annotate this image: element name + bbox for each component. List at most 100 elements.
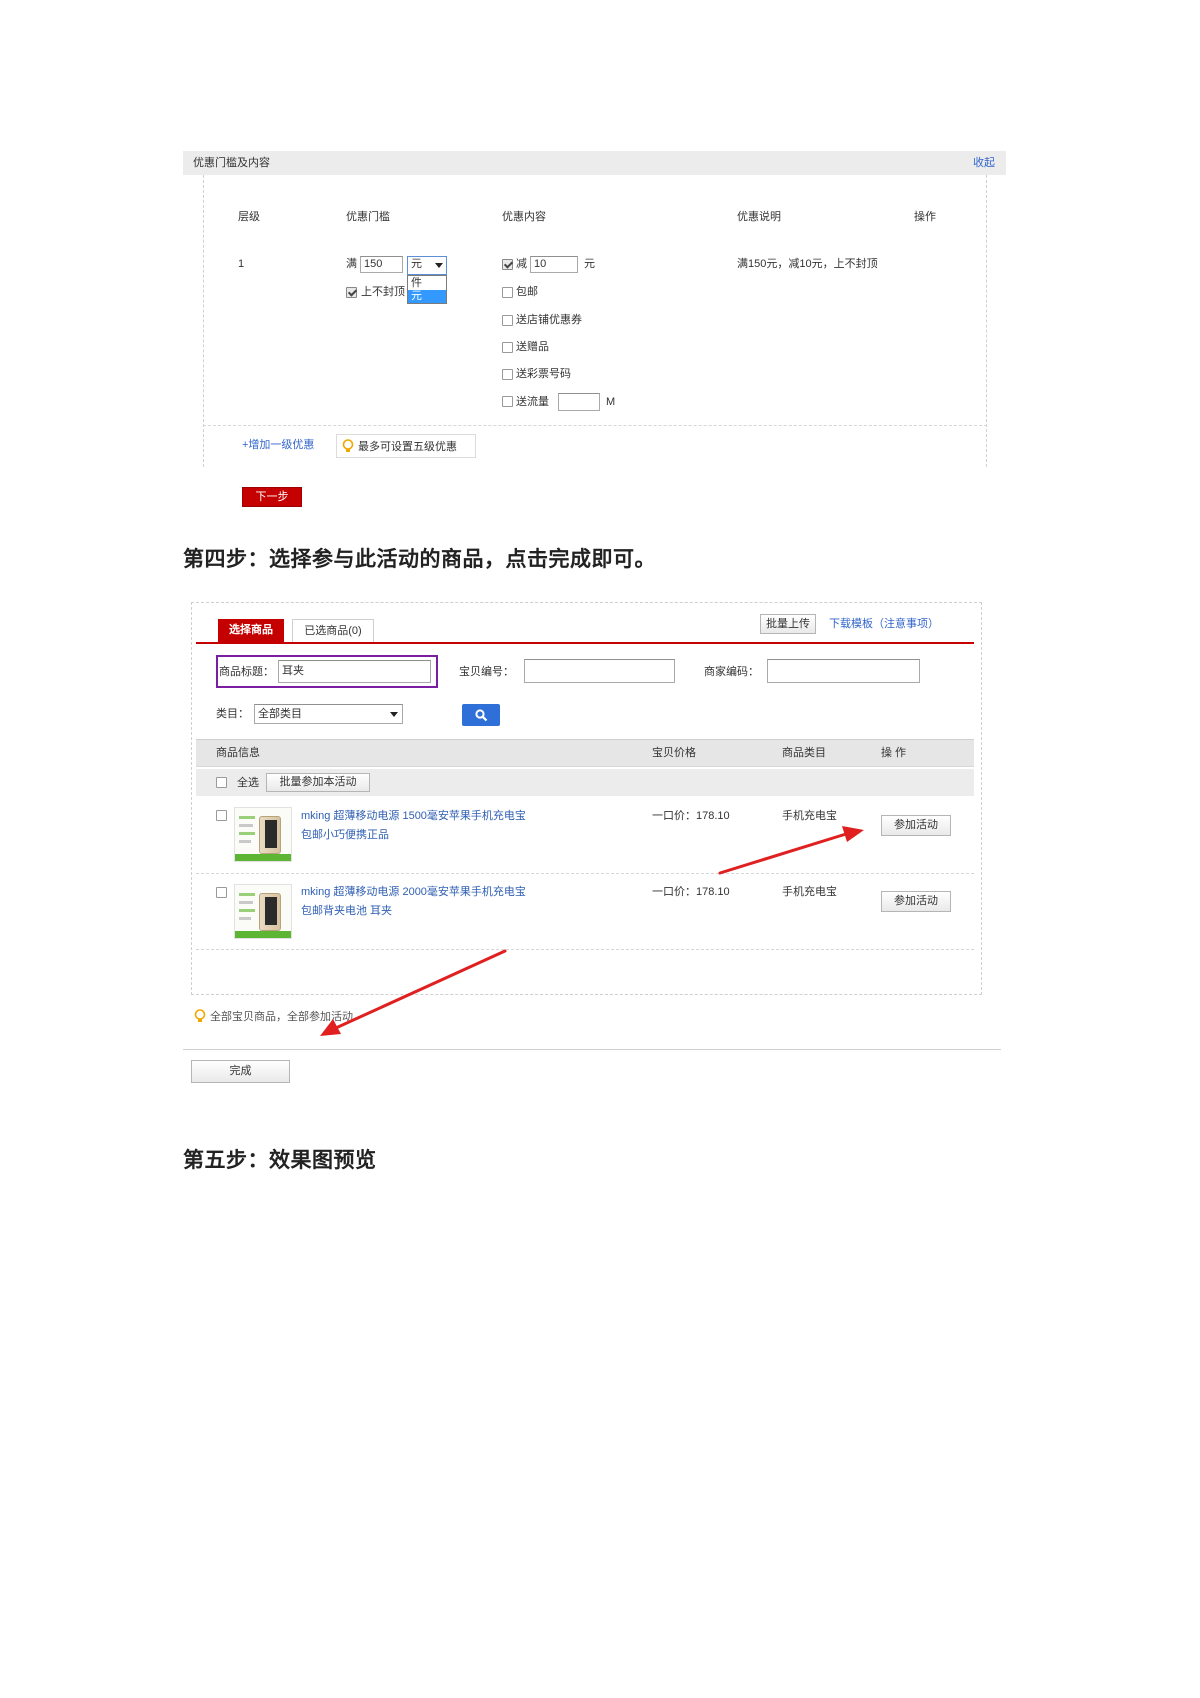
column-action: 操作	[914, 211, 936, 223]
product-price: 一口价：178.10	[652, 886, 730, 898]
thumbnail-stripe	[235, 854, 291, 861]
product-price: 一口价：178.10	[652, 810, 730, 822]
thumbnail-decoration	[239, 832, 255, 835]
product-category: 手机充电宝	[782, 886, 837, 898]
discount-panel-title: 优惠门槛及内容	[193, 157, 270, 169]
row-divider	[196, 873, 974, 874]
chevron-down-icon	[390, 712, 398, 717]
lottery-label: 送彩票号码	[516, 368, 571, 380]
join-activity-button[interactable]: 参加活动	[881, 815, 951, 836]
column-threshold: 优惠门槛	[346, 211, 390, 223]
discount-checkbox[interactable]	[502, 259, 513, 270]
next-step-button[interactable]: 下一步	[242, 487, 302, 507]
chevron-down-icon	[435, 263, 443, 268]
item-id-label: 宝贝编号：	[459, 666, 514, 678]
batch-upload-button[interactable]: 批量上传	[760, 614, 816, 634]
search-button[interactable]	[462, 704, 500, 726]
tier-limit-tip-text: 最多可设置五级优惠	[358, 441, 457, 453]
traffic-unit: M	[606, 396, 616, 408]
next-step-label: 下一步	[255, 491, 289, 503]
discount-prefix: 减	[516, 258, 527, 270]
power-bank-screen	[265, 897, 277, 925]
lottery-checkbox[interactable]	[502, 369, 513, 380]
tab-underline	[196, 642, 974, 644]
unit-option-piece[interactable]: 件	[408, 276, 446, 290]
column-product-info: 商品信息	[216, 747, 260, 759]
traffic-input[interactable]	[558, 393, 600, 411]
discount-unit: 元	[584, 258, 595, 270]
tab-select-products-label: 选择商品	[229, 624, 273, 636]
category-select-value: 全部类目	[258, 708, 302, 720]
column-description: 优惠说明	[737, 211, 781, 223]
thumbnail-decoration	[239, 901, 253, 904]
tier-level: 1	[238, 258, 245, 270]
free-shipping-label: 包邮	[516, 286, 538, 298]
add-tier-link[interactable]: +增加一级优惠	[242, 438, 314, 452]
divider	[203, 425, 987, 426]
item-id-input[interactable]	[524, 659, 675, 683]
column-level: 层级	[238, 211, 260, 223]
no-cap-checkbox[interactable]	[346, 287, 357, 298]
discount-panel-body	[203, 175, 987, 467]
shop-coupon-checkbox[interactable]	[502, 315, 513, 326]
discount-panel-header	[183, 151, 1006, 175]
product-title-line1[interactable]: mking 超薄移动电源 1500毫安苹果手机充电宝	[301, 809, 526, 823]
traffic-label: 送流量	[516, 396, 549, 408]
thumbnail-decoration	[239, 824, 253, 827]
batch-join-button[interactable]: 批量参加本活动	[266, 773, 370, 792]
product-title-line2[interactable]: 包邮背夹电池 耳夹	[301, 904, 392, 918]
thumbnail-stripe	[235, 931, 291, 938]
product-title-line1[interactable]: mking 超薄移动电源 2000毫安苹果手机充电宝	[301, 885, 526, 899]
product-thumbnail[interactable]	[234, 884, 292, 939]
thumbnail-decoration	[239, 816, 255, 819]
threshold-input[interactable]: 150	[360, 256, 403, 273]
thumbnail-decoration	[239, 840, 251, 843]
collapse-link[interactable]: 收起	[973, 156, 995, 170]
merchant-code-label: 商家编码：	[704, 666, 759, 678]
column-content: 优惠内容	[502, 211, 546, 223]
select-all-checkbox[interactable]	[216, 777, 227, 788]
product-checkbox[interactable]	[216, 810, 227, 821]
tier-description: 满150元，减10元，上不封顶	[737, 258, 878, 270]
tab-select-products[interactable]: 选择商品	[218, 619, 284, 642]
power-bank-screen	[265, 820, 277, 848]
no-cap-label: 上不封顶	[361, 286, 405, 298]
shop-coupon-label: 送店铺优惠券	[516, 314, 582, 326]
thumbnail-decoration	[239, 917, 251, 920]
lightbulb-icon	[342, 439, 354, 452]
threshold-unit-select[interactable]: 元	[407, 256, 447, 275]
row-divider	[196, 949, 974, 950]
select-all-label: 全选	[237, 777, 259, 789]
join-all-tip-text: 全部宝贝商品，全部参加活动	[210, 1011, 353, 1023]
product-checkbox[interactable]	[216, 887, 227, 898]
category-label: 类目：	[216, 708, 249, 720]
traffic-checkbox[interactable]	[502, 396, 513, 407]
lightbulb-icon	[194, 1009, 206, 1022]
join-activity-button[interactable]: 参加活动	[881, 891, 951, 912]
gift-checkbox[interactable]	[502, 342, 513, 353]
tier-limit-tip: 最多可设置五级优惠	[336, 434, 476, 458]
category-select[interactable]: 全部类目	[254, 704, 403, 724]
product-title-line2[interactable]: 包邮小巧便携正品	[301, 828, 389, 842]
download-template-link[interactable]: 下载模板（注意事项）	[829, 617, 939, 631]
column-price: 宝贝价格	[652, 747, 696, 759]
discount-input[interactable]: 10	[530, 256, 578, 273]
tab-selected-products[interactable]: 已选商品(0)	[292, 619, 374, 642]
product-thumbnail[interactable]	[234, 807, 292, 862]
title-filter-label: 商品标题：	[219, 666, 274, 678]
finish-button[interactable]: 完成	[191, 1060, 290, 1083]
tab-selected-products-label: 已选商品(0)	[304, 625, 362, 637]
thumbnail-decoration	[239, 909, 255, 912]
free-shipping-checkbox[interactable]	[502, 287, 513, 298]
table-header	[196, 739, 974, 767]
thumbnail-decoration	[239, 893, 255, 896]
footer-divider	[183, 1049, 1001, 1050]
threshold-unit-dropdown: 件 元	[407, 275, 447, 304]
title-filter-input[interactable]: 耳夹	[278, 660, 431, 683]
product-category: 手机充电宝	[782, 810, 837, 822]
unit-option-yuan[interactable]: 元	[408, 290, 446, 303]
merchant-code-input[interactable]	[767, 659, 920, 683]
step4-heading: 第四步：选择参与此活动的商品，点击完成即可。	[183, 548, 656, 571]
column-category: 商品类目	[782, 747, 826, 759]
search-icon	[475, 709, 488, 722]
